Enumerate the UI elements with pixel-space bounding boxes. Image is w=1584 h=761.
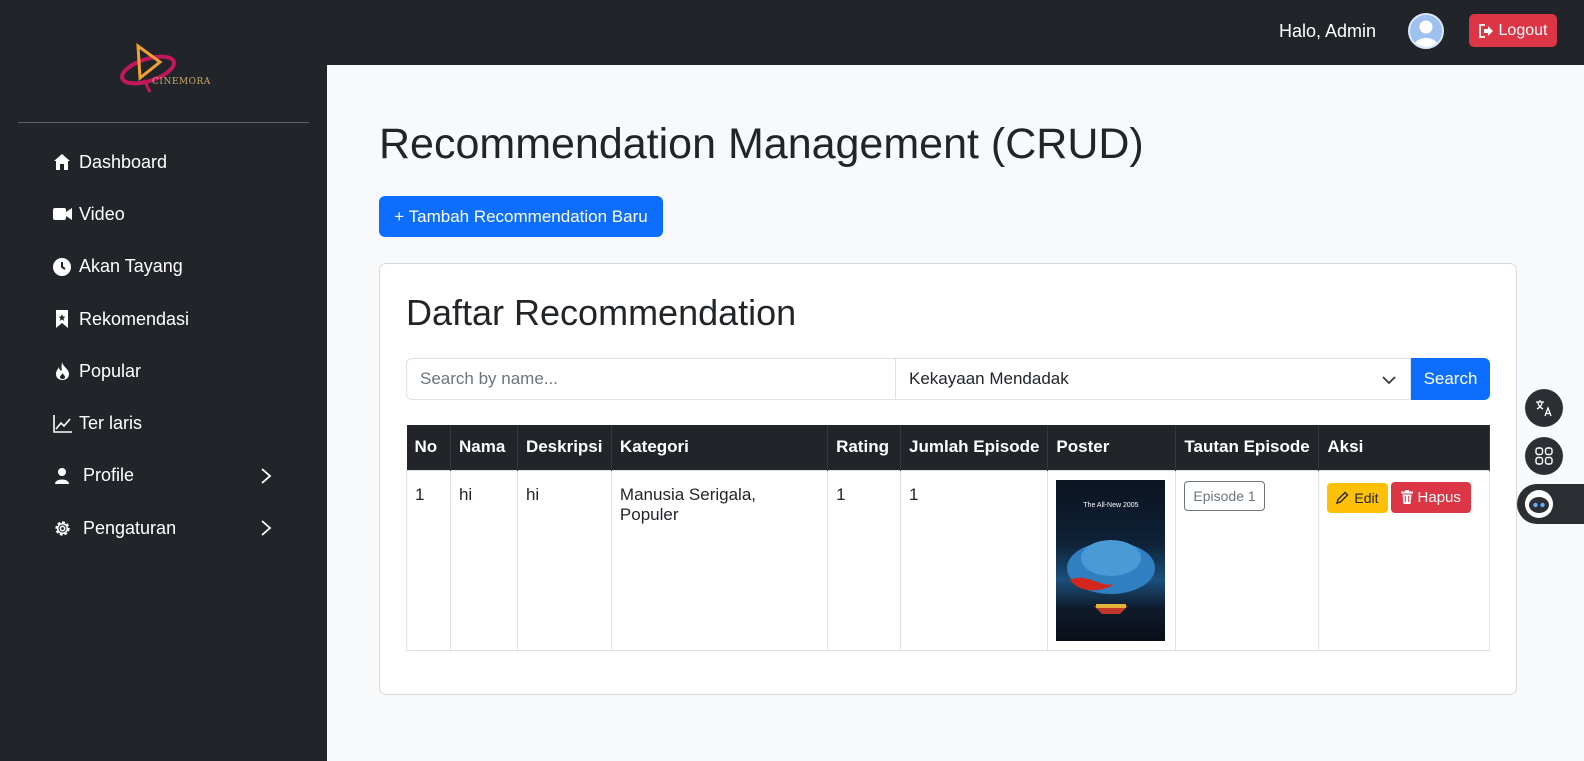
recommendation-table: No Nama Deskripsi Kategori Rating Jumlah…: [406, 425, 1490, 651]
bookmark-icon: [52, 309, 72, 329]
page-title: Recommendation Management (CRUD): [379, 120, 1144, 168]
card-title: Daftar Recommendation: [406, 292, 797, 333]
cell-jumlah-episode: 1: [900, 469, 1049, 651]
search-bar: Kekayaan Mendadak Search: [406, 358, 1490, 400]
cinemora-logo[interactable]: [116, 40, 206, 96]
sidebar-item-rekomendasi[interactable]: Rekomendasi: [0, 293, 327, 345]
search-button[interactable]: Search: [1411, 358, 1490, 400]
logout-icon: [1478, 23, 1493, 38]
category-selected-value: Kekayaan Mendadak: [909, 369, 1069, 388]
recommendation-card: Daftar Recommendation Kekayaan Mendadak …: [379, 263, 1517, 695]
sidebar-item-ter-laris[interactable]: Ter laris: [0, 397, 327, 449]
assistant-bot-icon: [1525, 490, 1553, 518]
sidebar: CINEMORA Dashboard Video Akan Tayang Rek…: [0, 0, 327, 761]
sidebar-item-label: Rekomendasi: [79, 308, 190, 329]
edit-button[interactable]: Edit: [1327, 482, 1388, 513]
poster-artwork: [1067, 539, 1156, 614]
sidebar-item-label: Ter laris: [79, 413, 143, 434]
cell-deskripsi: hi: [516, 469, 612, 651]
cell-no: 1: [406, 469, 451, 651]
column-header: Deskripsi: [517, 425, 612, 470]
sidebar-item-akan-tayang[interactable]: Akan Tayang: [0, 241, 327, 293]
trash-icon: [1400, 490, 1413, 504]
main-content: Recommendation Management (CRUD) + Tamba…: [327, 65, 1584, 761]
cell-aksi: Edit Hapus: [1318, 469, 1490, 651]
translate-button[interactable]: [1525, 389, 1563, 427]
home-icon: [52, 152, 72, 172]
column-header: No: [406, 425, 451, 470]
cell-poster: The All-New 2005: [1047, 469, 1177, 651]
apps-grid-button[interactable]: [1525, 437, 1563, 475]
add-recommendation-button[interactable]: + Tambah Recommendation Baru: [379, 196, 663, 237]
cell-nama: hi: [449, 469, 518, 651]
logout-button[interactable]: Logout: [1469, 14, 1557, 47]
chevron-right-icon: [261, 520, 272, 536]
column-header: Nama: [450, 425, 518, 470]
episode-link-button[interactable]: Episode 1: [1184, 480, 1265, 511]
top-navbar: [327, 0, 1584, 65]
logo-text: CINEMORA: [152, 77, 211, 87]
chevron-right-icon: [261, 468, 272, 484]
column-header: Rating: [827, 425, 902, 470]
edit-label: Edit: [1354, 489, 1379, 506]
sidebar-item-label: Video: [79, 203, 125, 224]
column-header: Jumlah Episode: [900, 425, 1049, 470]
column-header: Tautan Episode: [1175, 425, 1320, 470]
cell-kategori: Manusia Serigala, Populer: [610, 469, 829, 651]
sidebar-item-pengaturan[interactable]: Pengaturan: [0, 502, 327, 554]
delete-button[interactable]: Hapus: [1390, 481, 1471, 513]
sidebar-item-label: Popular: [79, 360, 142, 381]
apps-grid-icon: [1535, 447, 1553, 465]
column-header: Poster: [1047, 425, 1177, 470]
column-header: Kategori: [611, 425, 829, 470]
sidebar-item-profile[interactable]: Profile: [0, 450, 327, 502]
sidebar-nav: Dashboard Video Akan Tayang Rekomendasi …: [0, 136, 327, 554]
logout-label: Logout: [1498, 21, 1548, 39]
cell-rating: 1: [827, 469, 902, 651]
column-header: Aksi: [1318, 425, 1490, 470]
sidebar-item-video[interactable]: Video: [0, 188, 327, 240]
delete-label: Hapus: [1417, 488, 1461, 506]
user-avatar-icon: [1414, 20, 1438, 47]
sidebar-item-label: Profile: [83, 465, 135, 486]
user-icon: [52, 466, 72, 486]
sidebar-item-dashboard[interactable]: Dashboard: [0, 136, 327, 188]
assistant-launcher[interactable]: [1517, 484, 1584, 524]
table-header-row: No Nama Deskripsi Kategori Rating Jumlah…: [406, 425, 1490, 470]
category-select[interactable]: Kekayaan Mendadak: [896, 358, 1411, 400]
clock-icon: [52, 257, 72, 277]
sidebar-item-label: Akan Tayang: [79, 256, 183, 277]
sidebar-divider: [18, 122, 309, 123]
poster-image: The All-New 2005: [1056, 479, 1166, 641]
sidebar-item-popular[interactable]: Popular: [0, 345, 327, 397]
translate-icon: [1536, 400, 1552, 417]
greeting-text: Halo, Admin: [1279, 21, 1377, 41]
avatar[interactable]: [1408, 13, 1444, 49]
gear-icon: [52, 518, 72, 538]
pencil-icon: [1336, 491, 1349, 504]
search-input[interactable]: [406, 358, 896, 400]
fire-icon: [52, 361, 72, 381]
sidebar-item-label: Dashboard: [79, 151, 168, 172]
line-chart-icon: [52, 414, 72, 434]
chevron-down-icon: [1382, 376, 1396, 385]
table-row: 1 hi hi Manusia Serigala, Populer 1 1 Th…: [406, 469, 1490, 651]
video-camera-icon: [52, 204, 72, 224]
sidebar-item-label: Pengaturan: [83, 517, 177, 538]
cell-tautan-episode: Episode 1: [1175, 469, 1320, 651]
